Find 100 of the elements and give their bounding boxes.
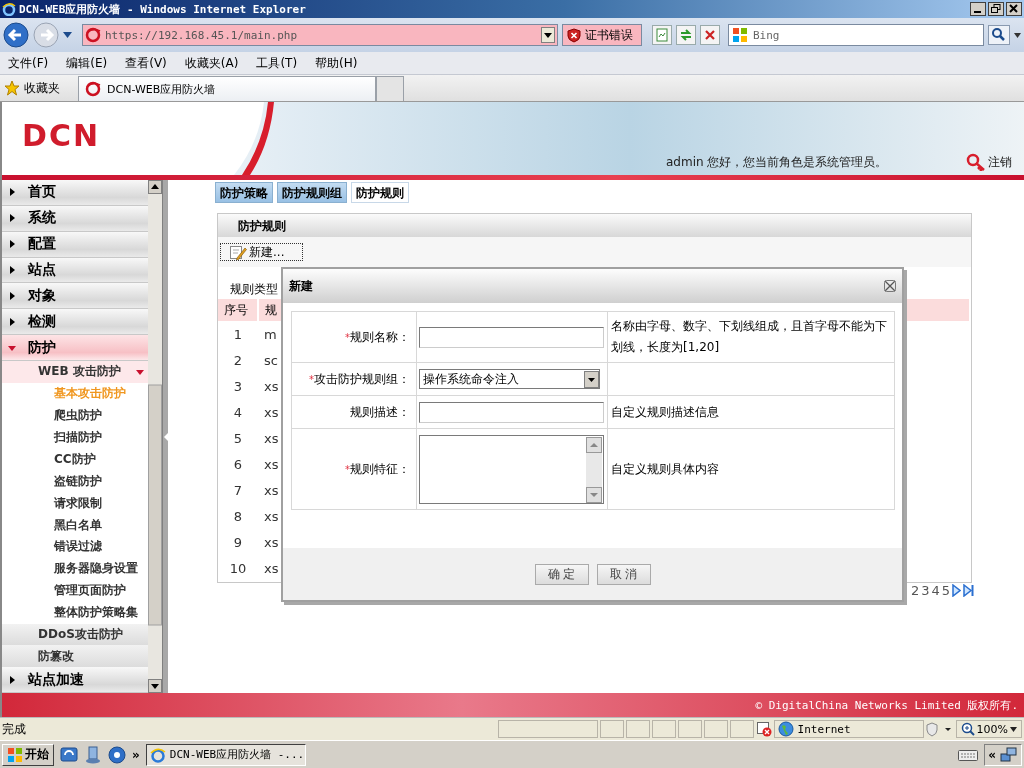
zoom-button[interactable]: 100% [955,720,1022,738]
table-cell-text: 10 [228,559,248,578]
restore-icon[interactable] [988,2,1004,16]
sidebar-link[interactable]: 盗链防护 [2,470,148,493]
table-cell-text: xs [263,403,280,422]
server-manager-icon[interactable] [84,745,102,764]
field-hint: 自定义规则描述信息 [611,404,719,419]
field-label: *规则名称： [345,329,410,344]
splitter-handle[interactable] [163,180,168,693]
sidebar-link[interactable]: 管理页面防护 [2,579,148,602]
text-area[interactable] [419,434,604,504]
menu-item[interactable]: 文件(F) [8,54,49,72]
text-field[interactable] [419,401,604,423]
sidebar-item[interactable]: 系统 [2,205,148,232]
browser-logo-icon [2,2,16,16]
table-cell-text: 2 [232,351,244,370]
dropdown-arrow-icon[interactable] [63,32,72,38]
stop-icon[interactable] [700,25,720,45]
tray-expand-button[interactable]: « [988,747,996,762]
collapsed-caret-icon [8,317,16,326]
table-cell: 1 [218,321,258,347]
sidebar-link[interactable]: 扫描防护 [2,426,148,449]
dropdown-icon[interactable] [541,27,556,43]
sidebar-link[interactable]: 错误过滤 [2,536,148,558]
table-cell-text: 5 [232,429,244,448]
field-hint: 名称由字母、数字、下划线组成，且首字母不能为下划线，长度为[1,20] [611,319,887,354]
minimize-icon[interactable] [970,2,986,16]
sidebar-item[interactable]: 站点加速 [2,667,148,694]
network-icon[interactable] [1000,745,1018,764]
user-greeting: admin 您好，您当前角色是系统管理员。 [666,154,888,171]
protected-mode-icon[interactable] [925,721,954,737]
page-link[interactable]: 5 [941,583,950,598]
close-icon[interactable] [1006,2,1022,16]
blocked-icon [755,721,772,737]
table-cell-text: 7 [232,481,244,500]
dropdown-field[interactable]: 操作系统命令注入 [419,369,600,389]
start-button[interactable]: 开始 [2,743,54,766]
close-icon[interactable] [884,280,896,292]
sidebar-subitem[interactable]: WEB 攻击防护 [2,361,148,383]
desktop-icon[interactable] [60,745,78,764]
taskbar-window-button[interactable]: DCN-WEB应用防火墙 -... [145,743,306,766]
search-field[interactable]: Bing [728,24,984,46]
text-field[interactable] [419,326,604,348]
globe-icon [777,721,794,737]
tab[interactable]: 防护规则组 [277,182,347,203]
collapsed-caret-icon [8,675,16,684]
browser-tab[interactable]: DCN-WEB应用防火墙 [78,76,376,101]
menu-item[interactable]: 帮助(H) [315,54,358,72]
sidebar-item[interactable]: 防护 [2,335,148,361]
sidebar-link[interactable]: 整体防护策略集 [2,601,148,624]
sidebar-subitem[interactable]: 防篡改 [2,645,148,668]
sidebar-item[interactable]: 站点 [2,257,148,284]
media-icon[interactable] [108,745,126,764]
back-icon[interactable] [3,22,29,48]
site-icon [85,81,101,97]
sidebar-item[interactable]: 对象 [2,283,148,310]
sidebar-item[interactable]: 检测 [2,309,148,336]
sidebar-subitem[interactable]: DDoS攻击防护 [2,623,148,646]
page-link[interactable]: 3 [921,583,930,598]
certificate-error-button[interactable]: 证书错误 [562,24,642,46]
menu-item[interactable]: 编辑(E) [66,54,108,72]
page-link[interactable]: 2 [910,583,920,598]
logout-link[interactable]: 注销 [966,153,1012,171]
field-label: 规则描述： [350,404,410,419]
sidebar-link[interactable]: 服务器隐身设置 [2,557,148,580]
refresh-icon[interactable] [676,25,696,45]
sidebar-link[interactable]: 黑白名单 [2,514,148,536]
scrollbar-drawing[interactable] [148,180,162,693]
compatibility-icon[interactable] [652,25,672,45]
sidebar-item[interactable]: 配置 [2,231,148,258]
search-icon[interactable] [988,25,1010,45]
favorites-button[interactable]: 收藏夹 [4,79,60,97]
table-cell-text: xs [263,481,280,500]
table-cell: m [258,321,298,347]
address-field[interactable]: https://192.168.45.1/main.php [82,24,559,46]
dialog-button[interactable]: 确 定 [534,563,589,585]
dialog-button[interactable]: 取 消 [596,563,651,585]
status-panel [677,720,702,738]
dropdown-arrow-icon[interactable] [1014,32,1021,38]
table-cell-text: xs [263,559,280,578]
collapsed-caret-icon [8,240,16,249]
keyboard-icon[interactable] [958,747,979,762]
filter-label: 规则类型 [230,281,278,298]
menu-item[interactable]: 工具(T) [256,54,298,72]
last-page-icon[interactable] [963,584,974,597]
status-text: 完成 [2,720,27,738]
sidebar-link[interactable]: 爬虫防护 [2,404,148,427]
menu-item[interactable]: 查看(V) [125,54,167,72]
tab[interactable]: 防护规则 [351,182,409,203]
dropdown-arrow-icon [1009,726,1017,732]
sidebar-link[interactable]: 请求限制 [2,492,148,515]
more-button[interactable]: » [132,747,140,762]
sidebar-link[interactable]: CC防护 [2,448,148,471]
new-button[interactable]: 新建... [220,243,304,261]
sidebar-item[interactable]: 首页 [2,180,148,206]
next-page-icon[interactable] [952,584,961,597]
menu-item[interactable]: 收藏夹(A) [184,54,239,72]
table-cell-text: 3 [232,377,244,396]
tab[interactable]: 防护策略 [215,182,273,203]
page-link[interactable]: 4 [931,583,940,598]
